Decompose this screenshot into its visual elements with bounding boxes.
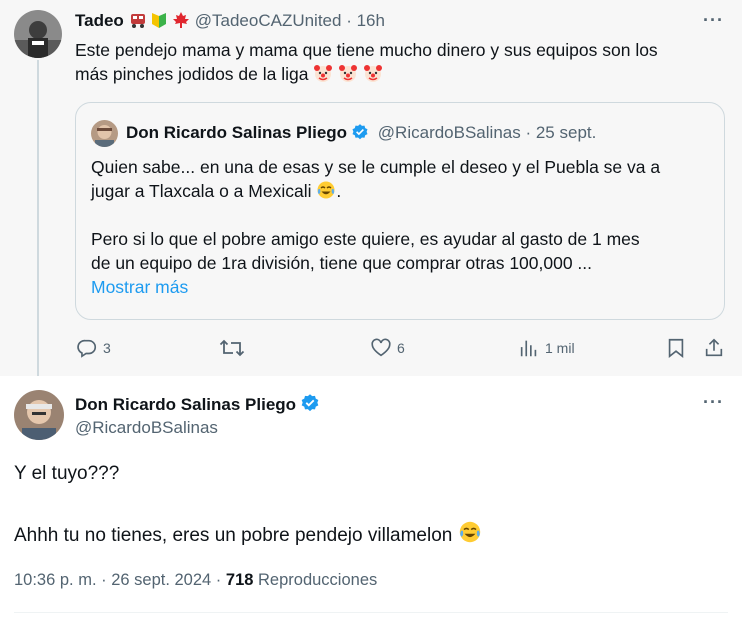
clown-face-icon	[339, 65, 358, 82]
reply-icon	[77, 339, 97, 358]
like-count: 6	[397, 340, 405, 356]
retweet-button[interactable]	[219, 337, 245, 359]
thread-connector	[37, 60, 39, 376]
quote-time[interactable]: · 25 sept.	[525, 123, 596, 142]
views-label: Reproducciones	[258, 571, 378, 589]
quote-avatar[interactable]	[91, 120, 118, 147]
main-tweet-header: Don Ricardo Salinas Pliego	[75, 393, 320, 415]
verified-badge-icon	[301, 394, 319, 412]
tweet-header: Tadeo @TadeoCAZUnited · 16h	[75, 11, 385, 31]
avatar[interactable]	[14, 10, 62, 58]
clown-emojis	[313, 64, 383, 84]
tweet-text-line: más pinches jodidos de la liga	[75, 64, 309, 84]
retweet-icon	[219, 339, 245, 357]
maple-leaf-icon	[173, 12, 190, 28]
views-icon	[520, 340, 537, 357]
main-author-name[interactable]: Don Ricardo Salinas Pliego	[75, 395, 296, 414]
main-tweet-text: Y el tuyo??? Ahhh tu no tienes, eres un …	[14, 462, 728, 548]
bookmark-button[interactable]	[665, 337, 687, 359]
quote-author-name[interactable]: Don Ricardo Salinas Pliego	[126, 123, 347, 142]
like-icon	[371, 338, 391, 357]
main-text-line: Ahhh tu no tienes, eres un pobre pendejo…	[14, 525, 453, 546]
quoted-tweet[interactable]: Don Ricardo Salinas Pliego @RicardoBSali…	[75, 102, 725, 320]
main-avatar[interactable]	[14, 390, 64, 440]
share-icon	[705, 338, 723, 357]
reply-count: 3	[103, 340, 111, 356]
views-number: 718	[225, 571, 254, 589]
share-button[interactable]	[703, 337, 725, 359]
quote-text-end: .	[336, 181, 342, 201]
tears-of-joy-icon	[459, 521, 480, 543]
more-icon[interactable]: ···	[703, 392, 724, 413]
quote-text-line: jugar a Tlaxcala o a Mexicali	[91, 181, 312, 201]
tweet-meta: 10:36 p. m. · 26 sept. 2024 · 718 Reprod…	[14, 571, 377, 590]
tweet-text-line: Este pendejo mama y mama que tiene mucho…	[75, 40, 658, 60]
show-more-link[interactable]: Mostrar más	[91, 275, 721, 299]
divider	[14, 612, 728, 613]
more-icon[interactable]: ···	[703, 10, 724, 31]
views-count: 1 mil	[545, 340, 575, 356]
author-name[interactable]: Tadeo	[75, 11, 124, 30]
train-icon	[130, 14, 145, 28]
quote-text: Quien sabe... en una de esas y se le cum…	[91, 155, 721, 299]
main-author-handle[interactable]: @RicardoBSalinas	[75, 418, 218, 438]
beginner-shield-icon	[152, 13, 167, 28]
like-button[interactable]: 6	[370, 337, 405, 359]
parent-tweet[interactable]: Tadeo @TadeoCAZUnited · 16h ··· Este pen…	[0, 0, 742, 376]
tears-of-joy-icon	[317, 181, 335, 199]
quote-author-handle[interactable]: @RicardoBSalinas	[378, 123, 521, 142]
quote-text-line: de un equipo de 1ra división, tiene que …	[91, 253, 593, 273]
quote-header: Don Ricardo Salinas Pliego @RicardoBSali…	[126, 123, 596, 143]
bookmark-icon	[668, 338, 684, 358]
author-handle[interactable]: @TadeoCAZUnited	[195, 11, 342, 30]
verified-badge-icon	[352, 124, 368, 140]
main-text-line: Y el tuyo???	[14, 463, 120, 484]
tweet-time[interactable]: · 16h	[346, 11, 385, 30]
timestamp[interactable]: 10:36 p. m. · 26 sept. 2024 ·	[14, 571, 221, 589]
views-button[interactable]: 1 mil	[518, 337, 575, 359]
reply-button[interactable]: 3	[76, 337, 111, 359]
quote-text-line: Pero si lo que el pobre amigo este quier…	[91, 229, 640, 249]
clown-face-icon	[364, 65, 383, 82]
clown-face-icon	[314, 65, 333, 82]
quote-text-line: Quien sabe... en una de esas y se le cum…	[91, 157, 661, 177]
tweet-text: Este pendejo mama y mama que tiene mucho…	[75, 38, 725, 86]
name-emojis	[129, 11, 195, 30]
